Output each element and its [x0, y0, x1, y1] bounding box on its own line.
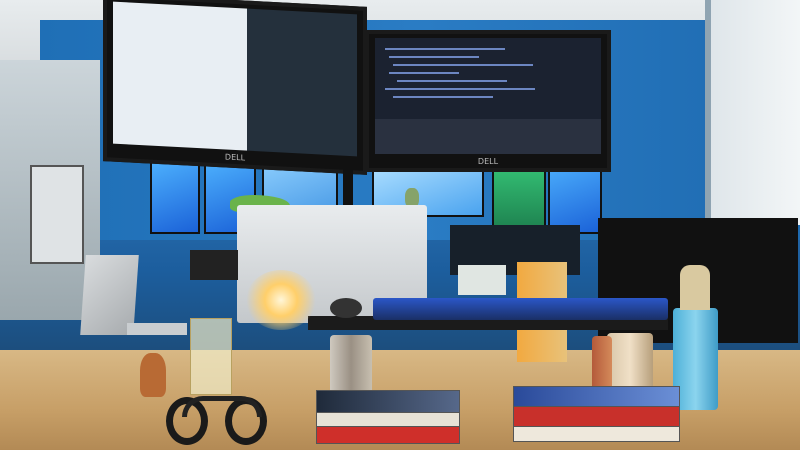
monitor-screen: [113, 1, 357, 157]
glass-jar: [190, 318, 232, 395]
right-monitor: DELL: [365, 30, 611, 172]
office-desk-photo: DELL DELL: [0, 0, 800, 450]
window: [705, 0, 800, 225]
headphones-band: [182, 396, 262, 417]
book: [513, 406, 680, 428]
book: [316, 426, 460, 444]
monitor-logo: DELL: [224, 152, 246, 163]
monitor-screen: [375, 38, 601, 154]
toy-fox: [140, 353, 166, 397]
laptop-base: [127, 323, 187, 335]
lamp-glow: [246, 270, 316, 330]
book: [513, 426, 680, 442]
back-monitor: [190, 250, 238, 280]
book: [316, 390, 460, 414]
soda-can: [592, 336, 612, 390]
bottle-cap: [680, 265, 710, 310]
monitor-logo: DELL: [477, 157, 499, 166]
mouse: [330, 298, 362, 318]
wall-display: [150, 155, 200, 234]
left-monitor: DELL: [103, 0, 367, 175]
book: [513, 386, 680, 408]
tissue-box: [458, 265, 506, 295]
bookshelf: [30, 165, 84, 264]
keyboard: [373, 298, 668, 320]
